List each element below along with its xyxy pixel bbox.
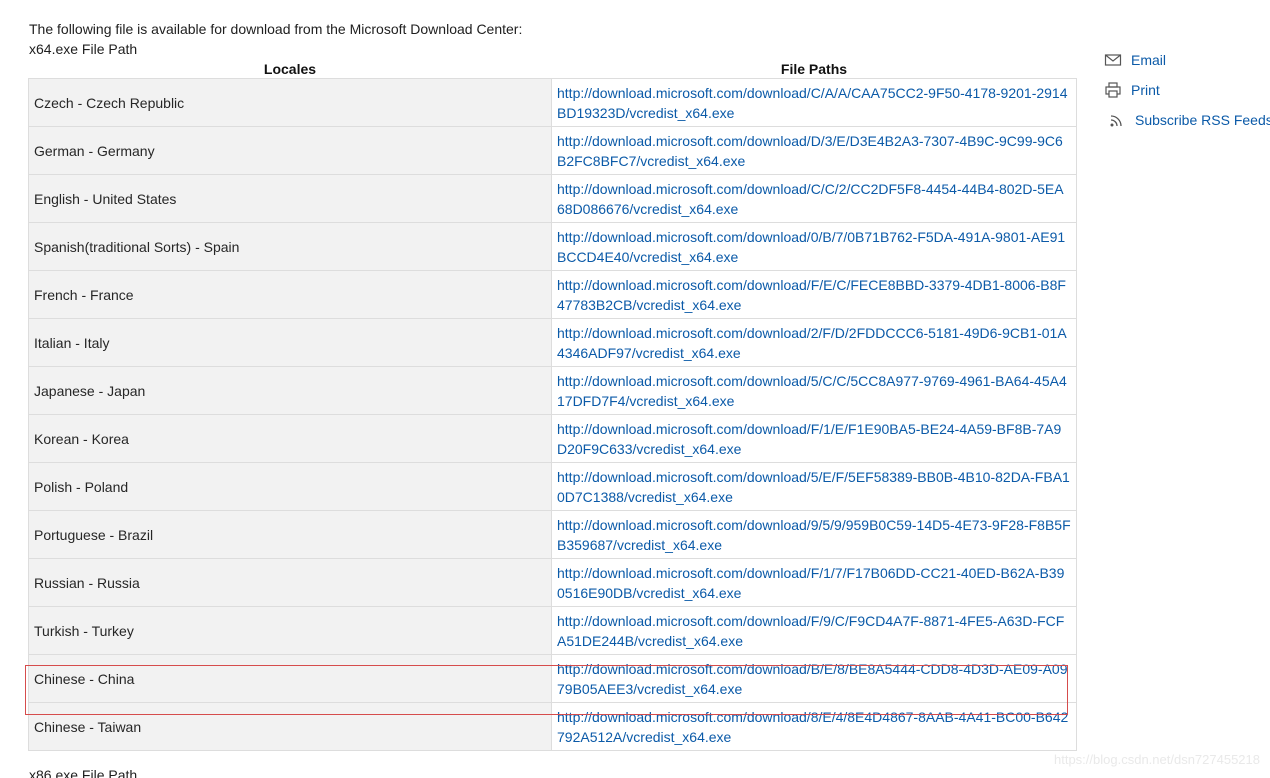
- table-row: Turkish - Turkey http://download.microso…: [28, 606, 1077, 655]
- table-row: Spanish(traditional Sorts) - Spain http:…: [28, 222, 1077, 271]
- locale-cell: English - United States: [28, 174, 552, 223]
- path-cell: http://download.microsoft.com/download/5…: [551, 366, 1077, 415]
- locale-cell: German - Germany: [28, 126, 552, 175]
- table-row-highlighted: Chinese - China http://download.microsof…: [28, 654, 1077, 703]
- rss-label: Subscribe RSS Feeds: [1135, 112, 1270, 128]
- locale-cell: Chinese - China: [28, 654, 552, 703]
- print-action[interactable]: Print: [1104, 80, 1270, 100]
- download-page: The following file is available for down…: [0, 0, 1270, 778]
- locale-cell: Russian - Russia: [28, 558, 552, 607]
- locale-cell: Spanish(traditional Sorts) - Spain: [28, 222, 552, 271]
- table-row: Czech - Czech Republic http://download.m…: [28, 78, 1077, 127]
- path-cell: http://download.microsoft.com/download/C…: [551, 174, 1077, 223]
- download-link[interactable]: http://download.microsoft.com/download/C…: [557, 85, 1068, 121]
- email-label: Email: [1131, 52, 1167, 68]
- download-link[interactable]: http://download.microsoft.com/download/B…: [557, 661, 1067, 697]
- file-paths-table: Locales File Paths Czech - Czech Republi…: [28, 60, 1077, 751]
- path-cell: http://download.microsoft.com/download/2…: [551, 318, 1077, 367]
- print-label: Print: [1131, 82, 1160, 98]
- path-cell: http://download.microsoft.com/download/5…: [551, 462, 1077, 511]
- table-row: Chinese - Taiwan http://download.microso…: [28, 702, 1077, 751]
- table-row: Korean - Korea http://download.microsoft…: [28, 414, 1077, 463]
- locale-cell: Japanese - Japan: [28, 366, 552, 415]
- table-row: German - Germany http://download.microso…: [28, 126, 1077, 175]
- locale-cell: Czech - Czech Republic: [28, 78, 552, 127]
- download-link[interactable]: http://download.microsoft.com/download/F…: [557, 565, 1064, 601]
- download-link[interactable]: http://download.microsoft.com/download/8…: [557, 709, 1068, 745]
- table-row: English - United States http://download.…: [28, 174, 1077, 223]
- download-link[interactable]: http://download.microsoft.com/download/C…: [557, 181, 1064, 217]
- section-heading-x86: x86.exe File Path: [29, 767, 138, 778]
- table-row: Portuguese - Brazil http://download.micr…: [28, 510, 1077, 559]
- download-link[interactable]: http://download.microsoft.com/download/F…: [557, 277, 1066, 313]
- rss-action[interactable]: Subscribe RSS Feeds: [1104, 110, 1270, 130]
- download-link[interactable]: http://download.microsoft.com/download/F…: [557, 421, 1061, 457]
- path-cell: http://download.microsoft.com/download/9…: [551, 510, 1077, 559]
- envelope-icon: [1104, 51, 1122, 69]
- download-link[interactable]: http://download.microsoft.com/download/5…: [557, 469, 1070, 505]
- column-header-file-paths: File Paths: [780, 61, 848, 77]
- watermark-text: https://blog.csdn.net/dsn727455218: [1054, 752, 1260, 767]
- path-cell: http://download.microsoft.com/download/B…: [551, 654, 1077, 703]
- table-row: Russian - Russia http://download.microso…: [28, 558, 1077, 607]
- table-header-row: Locales File Paths: [29, 60, 1077, 79]
- path-cell: http://download.microsoft.com/download/F…: [551, 606, 1077, 655]
- path-cell: http://download.microsoft.com/download/F…: [551, 558, 1077, 607]
- download-link[interactable]: http://download.microsoft.com/download/2…: [557, 325, 1067, 361]
- table-row: Japanese - Japan http://download.microso…: [28, 366, 1077, 415]
- locale-cell: Korean - Korea: [28, 414, 552, 463]
- email-action[interactable]: Email: [1104, 50, 1270, 70]
- rss-icon: [1108, 111, 1126, 129]
- section-heading-x64: x64.exe File Path: [29, 41, 138, 57]
- side-actions-panel: Email Print Subscribe RSS Feeds: [1104, 50, 1270, 140]
- download-link[interactable]: http://download.microsoft.com/download/5…: [557, 373, 1067, 409]
- path-cell: http://download.microsoft.com/download/0…: [551, 222, 1077, 271]
- column-header-locales: Locales: [263, 61, 317, 77]
- table-row: French - France http://download.microsof…: [28, 270, 1077, 319]
- intro-text: The following file is available for down…: [29, 21, 523, 37]
- locale-cell: Chinese - Taiwan: [28, 702, 552, 751]
- table-row: Polish - Poland http://download.microsof…: [28, 462, 1077, 511]
- path-cell: http://download.microsoft.com/download/C…: [551, 78, 1077, 127]
- locale-cell: Portuguese - Brazil: [28, 510, 552, 559]
- path-cell: http://download.microsoft.com/download/D…: [551, 126, 1077, 175]
- download-link[interactable]: http://download.microsoft.com/download/0…: [557, 229, 1065, 265]
- path-cell: http://download.microsoft.com/download/8…: [551, 702, 1077, 751]
- locale-cell: Turkish - Turkey: [28, 606, 552, 655]
- locale-cell: Polish - Poland: [28, 462, 552, 511]
- path-cell: http://download.microsoft.com/download/F…: [551, 270, 1077, 319]
- download-link[interactable]: http://download.microsoft.com/download/9…: [557, 517, 1071, 553]
- locale-cell: Italian - Italy: [28, 318, 552, 367]
- download-link[interactable]: http://download.microsoft.com/download/D…: [557, 133, 1063, 169]
- path-cell: http://download.microsoft.com/download/F…: [551, 414, 1077, 463]
- printer-icon: [1104, 81, 1122, 99]
- table-row: Italian - Italy http://download.microsof…: [28, 318, 1077, 367]
- download-link[interactable]: http://download.microsoft.com/download/F…: [557, 613, 1064, 649]
- locale-cell: French - France: [28, 270, 552, 319]
